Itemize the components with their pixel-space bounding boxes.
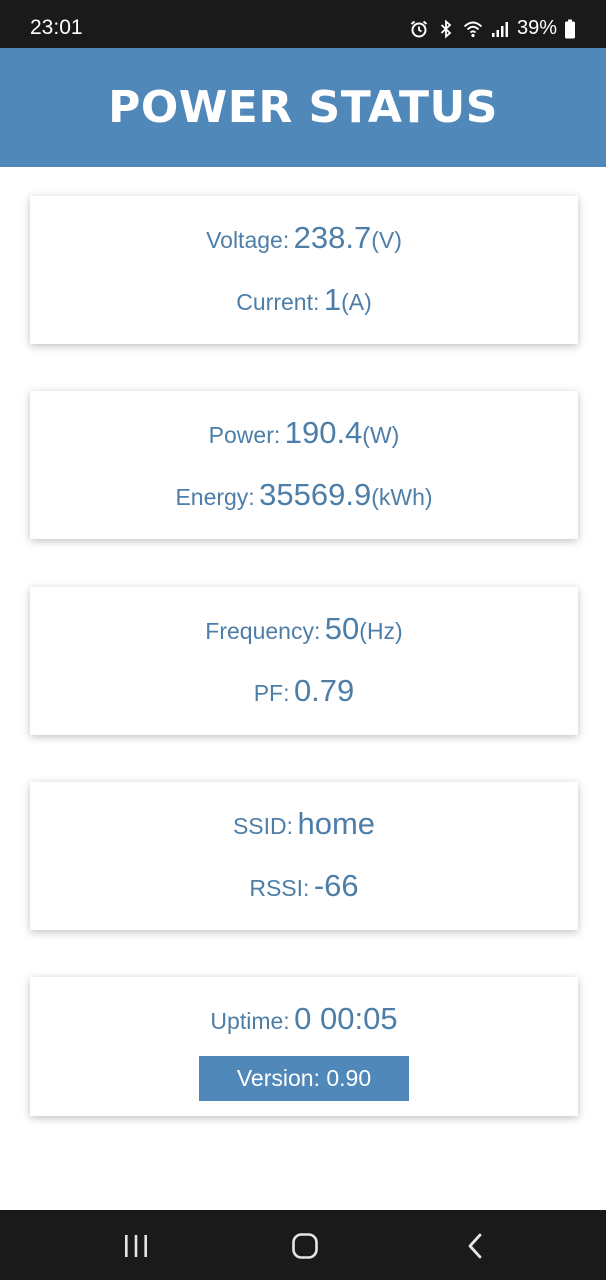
ssid-row: SSID: home	[30, 806, 578, 842]
energy-unit: (kWh)	[371, 484, 433, 510]
current-label: Current:	[236, 289, 320, 315]
app-header: POWER STATUS	[0, 48, 606, 167]
wifi-card: SSID: home RSSI: -66	[30, 782, 578, 930]
voltage-value: 238.7	[293, 220, 372, 255]
rssi-label: RSSI:	[249, 875, 310, 901]
pf-row: PF: 0.79	[30, 673, 578, 709]
current-value: 1	[323, 282, 342, 317]
ssid-label: SSID:	[232, 813, 294, 839]
uptime-row: Uptime: 0 00:05	[30, 1001, 578, 1037]
voltage-row: Voltage: 238.7(V)	[30, 220, 578, 256]
voltage-unit: (V)	[371, 227, 402, 253]
power-energy-card: Power: 190.4(W) Energy: 35569.9(kWh)	[30, 391, 578, 539]
bluetooth-icon	[440, 19, 452, 38]
status-time: 23:01	[30, 16, 83, 39]
ssid-value: home	[297, 806, 376, 841]
home-icon[interactable]	[289, 1230, 321, 1262]
pf-label: PF:	[253, 680, 290, 706]
power-unit: (W)	[362, 422, 400, 448]
frequency-value: 50	[324, 611, 360, 646]
frequency-row: Frequency: 50(Hz)	[30, 611, 578, 647]
frequency-pf-card: Frequency: 50(Hz) PF: 0.79	[30, 587, 578, 735]
navigation-bar	[0, 1210, 606, 1280]
energy-label: Energy:	[175, 484, 255, 510]
version-badge: Version: 0.90	[199, 1056, 409, 1101]
back-icon[interactable]	[460, 1230, 492, 1262]
wifi-icon	[463, 21, 483, 37]
power-label: Power:	[208, 422, 281, 448]
energy-row: Energy: 35569.9(kWh)	[30, 477, 578, 513]
signal-icon	[491, 21, 508, 37]
voltage-current-card: Voltage: 238.7(V) Current: 1(A)	[30, 196, 578, 344]
status-icons: 39%	[409, 17, 576, 40]
uptime-label: Uptime:	[210, 1008, 290, 1034]
rssi-row: RSSI: -66	[30, 868, 578, 904]
voltage-label: Voltage:	[206, 227, 290, 253]
current-row: Current: 1(A)	[30, 282, 578, 318]
frequency-label: Frequency:	[205, 618, 321, 644]
battery-percent: 39%	[516, 17, 557, 39]
rssi-value: -66	[313, 868, 359, 903]
recent-apps-icon[interactable]	[120, 1230, 152, 1262]
power-row: Power: 190.4(W)	[30, 415, 578, 451]
current-unit: (A)	[341, 289, 372, 315]
pf-value: 0.79	[293, 673, 355, 708]
page-title: POWER STATUS	[108, 82, 498, 133]
power-value: 190.4	[284, 415, 363, 450]
status-bar: 23:01 39%	[0, 0, 606, 48]
alarm-icon	[410, 20, 428, 37]
energy-value: 35569.9	[259, 477, 372, 512]
battery-icon	[565, 19, 575, 38]
uptime-value: 0 00:05	[294, 1001, 398, 1036]
frequency-unit: (Hz)	[359, 618, 403, 644]
system-card: Uptime: 0 00:05 Version: 0.90	[30, 977, 578, 1116]
